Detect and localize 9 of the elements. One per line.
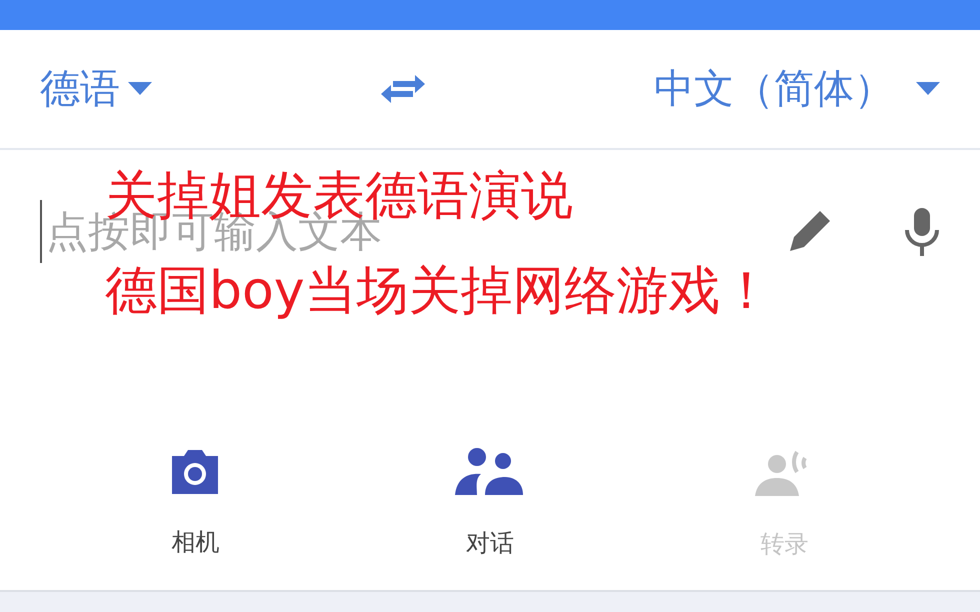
dropdown-caret-icon	[916, 82, 940, 96]
people-icon	[454, 447, 525, 497]
source-language-selector[interactable]: 德语	[40, 59, 152, 119]
camera-mode-button[interactable]: 相机	[135, 447, 256, 561]
dropdown-caret-icon	[128, 82, 152, 96]
microphone-icon[interactable]	[904, 206, 940, 258]
video-caption: 德国boy当场关掉网络游戏！	[105, 265, 773, 317]
conversation-mode-button[interactable]: 对话	[430, 446, 550, 562]
target-language-selector[interactable]: 中文（简体）	[654, 59, 940, 119]
